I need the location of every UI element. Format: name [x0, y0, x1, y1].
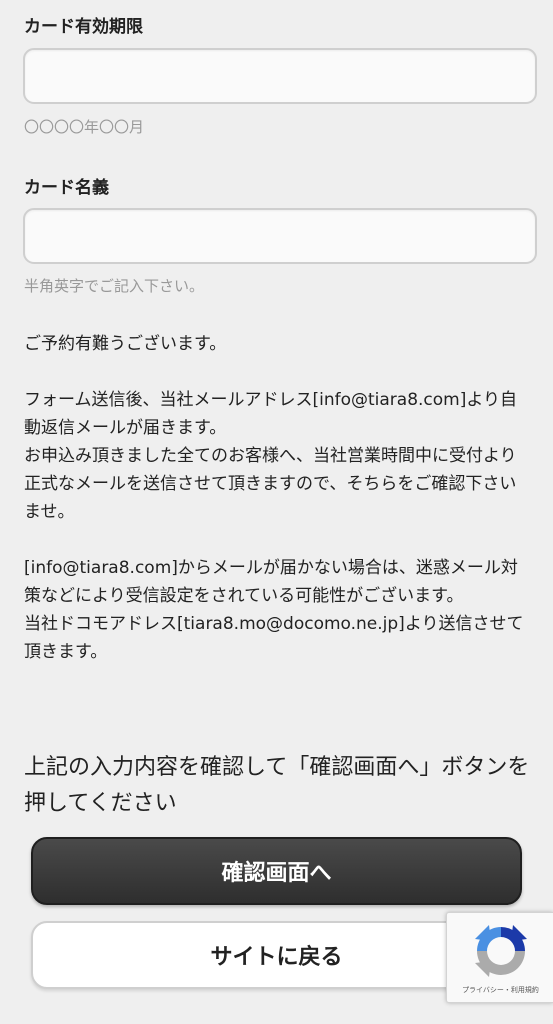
spam-notice-text: [info@tiara8.com]からメールが届かない場合は、迷惑メール対策など…	[24, 558, 518, 606]
recaptcha-privacy-terms-links[interactable]: プライバシー・利用規約	[447, 985, 553, 995]
confirm-button[interactable]: 確認画面へ	[31, 837, 522, 905]
card-holder-input[interactable]	[23, 208, 537, 264]
card-expiry-input[interactable]	[23, 48, 537, 104]
confirm-instruction: 上記の入力内容を確認して「確認画面へ」ボタンを押してください	[24, 755, 530, 816]
thanks-text: ご予約有難うございます。	[24, 334, 227, 354]
card-expiry-hint: 〇〇〇〇年〇〇月	[24, 118, 145, 136]
auto-reply-text: フォーム送信後、当社メールアドレス[info@tiara8.com]より自動返信…	[24, 390, 518, 438]
recaptcha-logo-icon	[475, 925, 527, 977]
notice-text: ご予約有難うございます。 フォーム送信後、当社メールアドレス[info@tiar…	[24, 330, 529, 666]
docomo-notice-text: 当社ドコモアドレス[tiara8.mo@docomo.ne.jp]より送信させて…	[24, 614, 524, 662]
card-holder-label: カード名義	[24, 178, 109, 198]
card-holder-hint: 半角英字でご記入下さい。	[24, 277, 205, 295]
reservation-form-page: カード有効期限 〇〇〇〇年〇〇月 カード名義 半角英字でご記入下さい。 ご予約有…	[0, 0, 553, 1024]
card-expiry-label: カード有効期限	[24, 17, 143, 37]
official-mail-text: お申込み頂きました全てのお客様へ、当社営業時間中に受付より正式なメールを送信させ…	[24, 446, 517, 522]
recaptcha-badge[interactable]: プライバシー・利用規約	[446, 912, 553, 1003]
